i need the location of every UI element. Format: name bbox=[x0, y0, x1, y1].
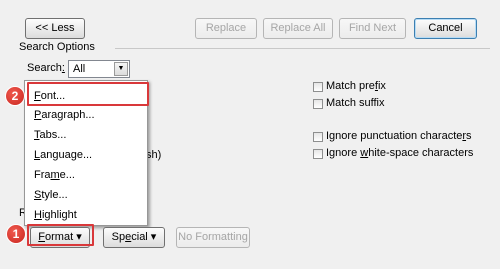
partially-hidden-option-text: sh) bbox=[146, 149, 162, 161]
ignore-punctuation-checkbox[interactable] bbox=[313, 132, 323, 142]
format-button-highlight-box bbox=[27, 224, 94, 246]
search-direction-select[interactable]: All ▼ bbox=[68, 60, 130, 78]
replace-button[interactable]: Replace bbox=[195, 18, 257, 39]
less-button[interactable]: << Less bbox=[25, 18, 85, 39]
menu-item-paragraph[interactable]: Paragraph... bbox=[34, 105, 95, 125]
replace-all-button[interactable]: Replace All bbox=[263, 18, 333, 39]
callout-badge-1: 1 bbox=[6, 224, 26, 244]
search-direction-value: All bbox=[73, 63, 86, 75]
search-label: Search: bbox=[27, 62, 65, 74]
menu-item-frame[interactable]: Frame... bbox=[34, 165, 75, 185]
menu-item-tabs[interactable]: Tabs... bbox=[34, 125, 66, 145]
ignore-whitespace-label[interactable]: Ignore white-space characters bbox=[326, 147, 473, 159]
match-prefix-label[interactable]: Match prefix bbox=[326, 80, 386, 92]
match-prefix-checkbox[interactable] bbox=[313, 82, 323, 92]
chevron-down-icon[interactable]: ▼ bbox=[114, 62, 128, 76]
find-next-button[interactable]: Find Next bbox=[339, 18, 406, 39]
no-formatting-button[interactable]: No Formatting bbox=[176, 227, 250, 248]
cancel-button[interactable]: Cancel bbox=[414, 18, 477, 39]
match-suffix-checkbox[interactable] bbox=[313, 99, 323, 109]
menu-item-language[interactable]: Language... bbox=[34, 145, 92, 165]
menu-item-style[interactable]: Style... bbox=[34, 185, 68, 205]
ignore-punctuation-label[interactable]: Ignore punctuation characters bbox=[326, 130, 472, 142]
callout-badge-2: 2 bbox=[5, 86, 25, 106]
font-item-highlight-box bbox=[27, 82, 149, 106]
ignore-whitespace-checkbox[interactable] bbox=[313, 149, 323, 159]
special-button[interactable]: Special ▾ bbox=[103, 227, 165, 248]
search-options-title: Search Options bbox=[19, 41, 95, 53]
menu-item-highlight[interactable]: Highlight bbox=[34, 205, 77, 225]
search-options-divider bbox=[115, 48, 490, 49]
match-suffix-label[interactable]: Match suffix bbox=[326, 97, 385, 109]
